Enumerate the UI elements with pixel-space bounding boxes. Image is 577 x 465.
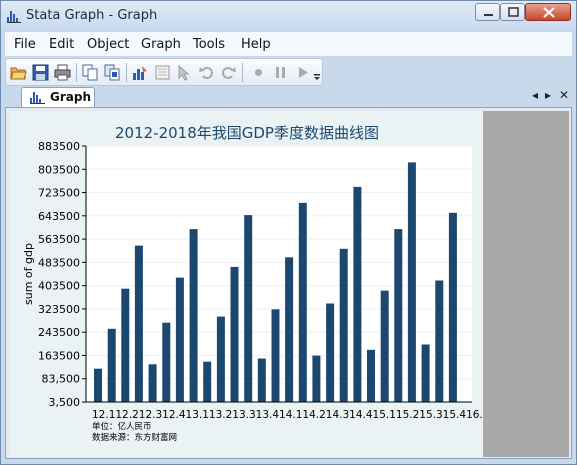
tab-close-icon[interactable]: ✕	[559, 88, 569, 102]
bar-13.3[interactable]	[175, 277, 184, 402]
bar-16.4[interactable]	[353, 186, 362, 402]
tab-strip: Graph ◂ ▸ ✕	[5, 87, 572, 108]
print-icon[interactable]	[54, 64, 71, 81]
chart-title: 2012-2018年我国GDP季度数据曲线图	[115, 124, 379, 142]
bar-17.2[interactable]	[380, 290, 389, 402]
y-tick-label: 643500	[38, 210, 80, 223]
bar-18.3[interactable]	[448, 212, 457, 402]
bar-14.4[interactable]	[244, 215, 253, 402]
bar-16.2[interactable]	[326, 303, 335, 403]
graph-editor-icon[interactable]	[132, 64, 149, 81]
menu-help[interactable]: Help	[241, 37, 271, 52]
properties-panel	[483, 111, 569, 457]
toolbar-separator	[242, 63, 243, 82]
y-tick-label: 163500	[38, 349, 80, 362]
bar-14.1[interactable]	[203, 361, 212, 402]
unit-note: 单位：亿人民币	[92, 421, 152, 432]
menu-file[interactable]: File	[14, 37, 36, 52]
maximize-button[interactable]	[500, 3, 525, 21]
bar-17.4[interactable]	[407, 162, 416, 402]
bar-14.3[interactable]	[230, 266, 239, 402]
undo-icon[interactable]	[198, 64, 215, 81]
y-tick-label: 883500	[38, 140, 80, 153]
y-tick-label: 323500	[38, 303, 80, 316]
bar-13.4[interactable]	[189, 229, 198, 402]
menu-edit[interactable]: Edit	[49, 37, 74, 52]
y-axis: 3,500 83,500 163500 243500 323500 403500 48350…	[38, 140, 86, 409]
tab-graph[interactable]: Graph	[21, 87, 95, 108]
source-note: 数据来源：东方财富网	[92, 432, 177, 443]
y-tick-label: 803500	[38, 163, 80, 176]
minimize-button[interactable]	[475, 3, 500, 21]
toolbar-separator	[126, 63, 127, 82]
toolbar-options-icon[interactable]	[312, 64, 322, 81]
save-icon[interactable]	[32, 64, 49, 81]
menu-tools[interactable]: Tools	[193, 37, 225, 52]
copy-icon[interactable]	[82, 64, 99, 81]
bar-15.2[interactable]	[271, 309, 280, 402]
menu-object[interactable]: Object	[87, 37, 129, 52]
bar-15.3[interactable]	[285, 257, 294, 402]
tab-graph-label: Graph	[50, 90, 91, 104]
bar-17.3[interactable]	[394, 229, 403, 402]
play-icon[interactable]	[294, 64, 311, 81]
bar-16.3[interactable]	[339, 248, 348, 402]
y-tick-label: 483500	[38, 256, 80, 269]
bar-12.2[interactable]	[107, 328, 116, 402]
bar-12.1[interactable]	[94, 368, 102, 402]
window-title: Stata Graph - Graph	[26, 8, 158, 23]
open-folder-icon[interactable]	[10, 64, 27, 81]
tab-scroll-left-icon[interactable]: ◂	[532, 88, 538, 102]
close-button[interactable]	[525, 3, 571, 21]
pause-icon[interactable]	[272, 64, 289, 81]
record-icon[interactable]	[250, 64, 267, 81]
maximize-icon	[508, 7, 519, 17]
title-bar[interactable]: Stata Graph - Graph	[1, 1, 576, 31]
bar-15.1[interactable]	[257, 358, 266, 403]
object-browser-icon[interactable]	[154, 64, 171, 81]
minimize-icon	[484, 14, 493, 16]
tab-scroll-right-icon[interactable]: ▸	[545, 88, 551, 102]
bar-13.2[interactable]	[162, 322, 171, 402]
bar-chart-icon	[30, 92, 45, 104]
y-tick-label: 563500	[38, 233, 80, 246]
gdp-bar-chart: 2012-2018年我国GDP季度数据曲线图 3,500 83,500 163500…	[22, 124, 577, 443]
bar-13.1[interactable]	[148, 364, 157, 402]
toolbar	[5, 58, 323, 86]
bar-18.1[interactable]	[421, 344, 430, 403]
pointer-icon[interactable]	[176, 64, 193, 81]
x-axis-labels: 12.112.212.312.413.113.213.313.414.114.2…	[92, 409, 483, 421]
y-tick-label: 243500	[38, 326, 80, 339]
menu-graph[interactable]: Graph	[141, 37, 181, 52]
bar-12.3[interactable]	[121, 288, 130, 402]
bar-17.1[interactable]	[367, 349, 375, 402]
y-tick-label: 83,500	[42, 373, 81, 386]
graph-window-content: 2012-2018年我国GDP季度数据曲线图 3,500 83,500 163500…	[5, 107, 577, 459]
close-icon	[543, 7, 555, 18]
copy-all-icon[interactable]	[104, 64, 121, 81]
graph-canvas[interactable]: 2012-2018年我国GDP季度数据曲线图 3,500 83,500 163500…	[10, 111, 577, 457]
app-bar-chart-icon	[7, 11, 21, 23]
redo-icon[interactable]	[220, 64, 237, 81]
y-tick-label: 723500	[38, 187, 80, 200]
bar-12.4[interactable]	[134, 245, 143, 402]
toolbar-separator	[76, 63, 77, 82]
bar-18.2[interactable]	[435, 280, 444, 403]
y-tick-label: 403500	[38, 280, 80, 293]
menu-bar: File Edit Object Graph Tools Help	[5, 32, 572, 56]
y-tick-label: 3,500	[49, 396, 81, 409]
bar-15.4[interactable]	[298, 202, 307, 402]
bar-14.2[interactable]	[216, 316, 225, 402]
y-axis-title: sum of gdp	[22, 243, 35, 305]
stata-graph-window: Stata Graph - Graph File Edit Object Gra…	[0, 0, 577, 465]
bar-16.1[interactable]	[312, 355, 321, 402]
